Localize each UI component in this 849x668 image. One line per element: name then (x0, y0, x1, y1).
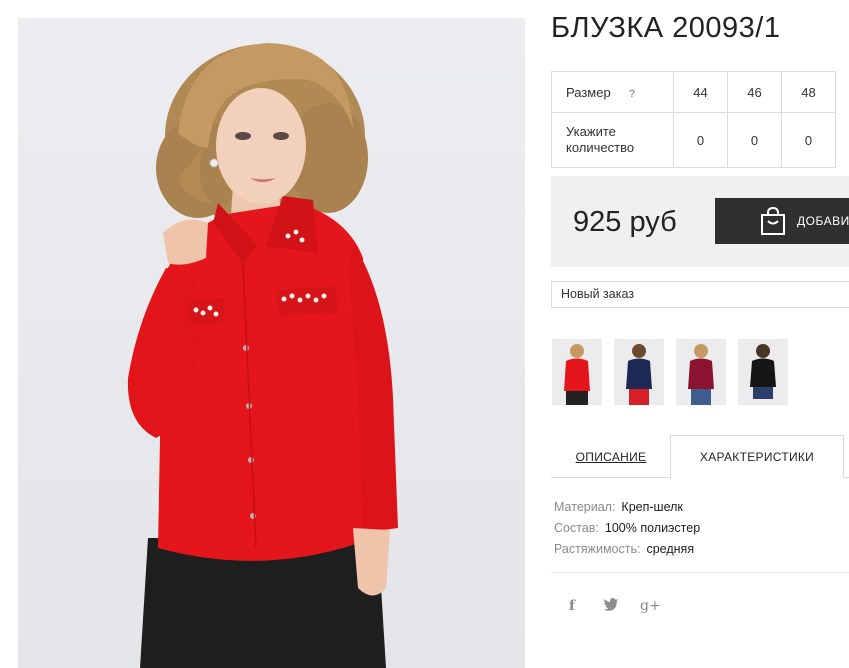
thumbnail-black[interactable] (738, 339, 788, 405)
quantity-input-46[interactable]: 0 (727, 112, 782, 168)
spec-value: 100% полиэстер (604, 521, 701, 535)
spec-key: Состав: (554, 521, 599, 535)
specs-list: Материал: Креп-шелк Состав: 100% полиэстер… (554, 497, 700, 560)
tab-characteristics[interactable]: ХАРАКТЕРИСТИКИ (670, 435, 844, 479)
add-to-cart-button[interactable]: ДОБАВИ (715, 198, 849, 244)
size-row-header: Размер? (551, 71, 674, 113)
price-value: 925 руб (573, 206, 677, 238)
order-select[interactable]: Новый заказ (551, 281, 849, 308)
quantity-input-48[interactable]: 0 (781, 112, 836, 168)
googleplus-icon[interactable]: g+ (640, 597, 661, 615)
size-option-44: 44 (673, 71, 728, 113)
quantity-input-44[interactable]: 0 (673, 112, 728, 168)
add-to-cart-label: ДОБАВИ (797, 214, 849, 228)
size-option-48: 48 (781, 71, 836, 113)
model-illustration (127, 43, 398, 668)
spec-key: Растяжимость: (554, 542, 641, 556)
tab-description[interactable]: ОПИСАНИЕ (551, 436, 671, 478)
size-help-icon[interactable]: ? (629, 88, 636, 100)
shopping-bag-icon (759, 206, 787, 236)
twitter-icon[interactable] (603, 597, 619, 615)
quantity-label: Укажите количество (551, 112, 674, 168)
spec-value: Креп-шелк (621, 500, 683, 514)
facebook-icon[interactable]: f (569, 597, 575, 615)
spec-row: Материал: Креп-шелк (554, 497, 700, 518)
spec-row: Растяжимость: средняя (554, 539, 700, 560)
social-divider (551, 572, 849, 573)
size-option-46: 46 (727, 71, 782, 113)
thumbnail-navy[interactable] (614, 339, 664, 405)
product-title: БЛУЗКА 20093/1 (551, 12, 781, 44)
thumbnail-burgundy[interactable] (676, 339, 726, 405)
size-quantity-table: Размер? 44 46 48 Укажите количество 0 0 … (551, 71, 836, 168)
product-main-image[interactable] (18, 18, 525, 668)
price-box: 925 руб ДОБАВИ (551, 176, 849, 267)
size-label: Размер (566, 84, 611, 100)
thumbnail-red[interactable] (552, 339, 602, 405)
spec-row: Состав: 100% полиэстер (554, 518, 700, 539)
spec-key: Материал: (554, 500, 616, 514)
spec-value: средняя (646, 542, 695, 556)
